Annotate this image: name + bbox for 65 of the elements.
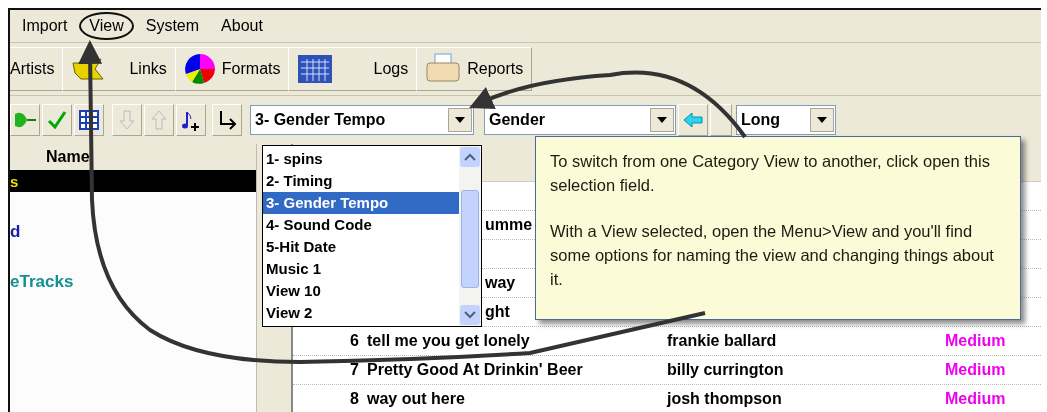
left-arrow-icon — [683, 112, 703, 128]
length-select-field[interactable]: Long — [736, 105, 836, 135]
song-title: umme — [485, 216, 533, 234]
column-header[interactable]: Name — [10, 144, 256, 170]
menu-item[interactable]: About — [211, 12, 273, 40]
tempo-value: Medium — [945, 361, 1006, 379]
dropdown-button[interactable] — [650, 108, 674, 132]
caret-icon — [817, 117, 827, 123]
printer-icon — [425, 53, 462, 85]
selected-list-item[interactable]: s — [10, 170, 256, 192]
scroll-down-button[interactable] — [460, 305, 480, 325]
dropdown-button[interactable] — [810, 108, 834, 132]
callout-text: To switch from one Category View to another, click open this selection field. — [550, 151, 991, 196]
dropdown-option[interactable]: 4- Sound Code — [263, 214, 459, 236]
dropdown-option[interactable]: View 2 — [263, 302, 459, 324]
dropdown-option[interactable]: Music 1 — [263, 258, 459, 280]
menu-item[interactable]: View — [79, 12, 134, 40]
down-arrow-icon — [119, 110, 135, 130]
caret-icon — [455, 117, 465, 123]
calendar-icon — [297, 54, 334, 84]
row-number: 6 — [349, 332, 360, 350]
artist-name: billy currington — [667, 361, 785, 379]
add-note-icon — [181, 109, 201, 131]
dropdown-option[interactable]: 5-Hit Date — [263, 236, 459, 258]
plug-icon — [13, 110, 37, 130]
dropdown-option[interactable]: 2- Timing — [263, 170, 459, 192]
song-title: way — [485, 274, 516, 292]
scroll-thumb[interactable] — [461, 190, 479, 288]
toolbar-button[interactable] — [212, 104, 242, 136]
view-select-field[interactable]: 3- Gender Tempo — [250, 105, 474, 135]
toolbar-button[interactable]: Reports — [416, 47, 533, 91]
dropdown-option[interactable]: 1- spins — [263, 148, 459, 170]
toolbar-button[interactable]: Formats — [174, 47, 290, 91]
scroll-up-button[interactable] — [460, 147, 480, 167]
toolbar-button[interactable] — [176, 104, 206, 136]
dropdown-option[interactable]: View 10 — [263, 280, 459, 302]
pie-chart-icon — [183, 53, 216, 85]
tempo-value: Medium — [945, 332, 1006, 350]
chevron-up-icon — [464, 153, 476, 161]
field-select-field[interactable]: Gender — [484, 105, 676, 135]
row-number: 7 — [349, 361, 360, 379]
scrollbar[interactable] — [459, 146, 481, 326]
menu-item[interactable]: Import — [12, 12, 78, 40]
checkmark-icon — [47, 110, 67, 130]
up-arrow-icon — [151, 110, 167, 130]
artist-name: josh thompson — [667, 390, 783, 408]
chevron-down-icon — [464, 311, 476, 319]
menu-item[interactable]: System — [135, 12, 210, 40]
song-title: ght — [485, 303, 510, 321]
dropdown-option[interactable]: 3- Gender Tempo — [263, 192, 459, 214]
song-title: way out here — [367, 390, 466, 408]
toolbar-button[interactable]: Artists — [10, 47, 64, 91]
song-title: tell me you get lonely — [367, 332, 531, 350]
dropdown-button[interactable] — [448, 108, 472, 132]
list-item[interactable]: d — [10, 222, 256, 242]
toolbar-button[interactable]: Logs — [288, 47, 418, 91]
list-item[interactable]: eTracks — [10, 272, 256, 292]
turn-arrow-icon — [217, 110, 237, 130]
callout-text: With a View selected, open the Menu>View and you'll find some options for naming the view and changing things about it. — [550, 221, 995, 290]
song-title: Pretty Good At Drinkin' Beer — [367, 361, 584, 379]
artist-name: frankie ballard — [667, 332, 778, 350]
tempo-value: Medium — [945, 390, 1006, 408]
toolbar-button[interactable]: Links — [62, 47, 176, 91]
caret-icon — [657, 117, 667, 123]
row-number: 8 — [349, 390, 360, 408]
